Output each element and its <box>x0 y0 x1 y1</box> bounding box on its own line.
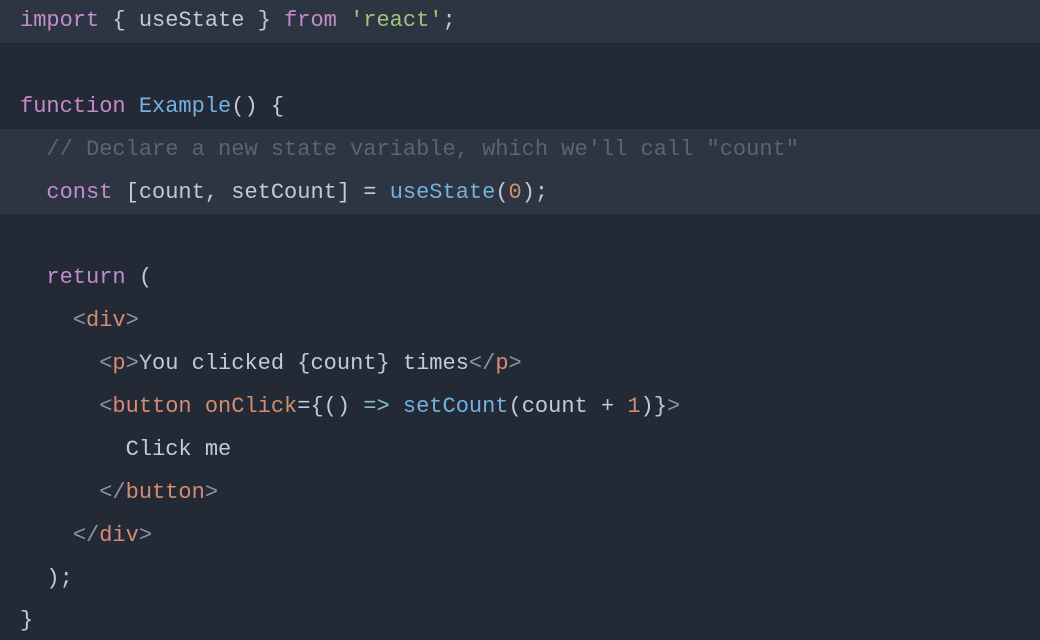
jsx-attr-onclick: onClick <box>205 394 297 419</box>
jsx-tag-div-close: div <box>99 523 139 548</box>
jsx-text: You clicked <box>139 351 297 376</box>
number-one: 1 <box>627 394 640 419</box>
code-line: <button onClick={() => setCount(count + … <box>0 386 1040 429</box>
keyword-function: function <box>20 94 126 119</box>
keyword-return: return <box>46 265 125 290</box>
code-line: const [count, setCount] = useState(0); <box>0 172 1040 215</box>
keyword-from: from <box>284 8 337 33</box>
jsx-tag-button-close: button <box>126 480 205 505</box>
jsx-tag-p-close: p <box>495 351 508 376</box>
ident-count: count <box>139 180 205 205</box>
jsx-tag-div: div <box>86 308 126 333</box>
code-line: <p>You clicked {count} times</p> <box>0 343 1040 386</box>
ident-count: count <box>310 351 376 376</box>
function-name-example: Example <box>139 94 231 119</box>
blank-line <box>0 43 1040 86</box>
ident-useState: useState <box>139 8 245 33</box>
code-line: <div> <box>0 300 1040 343</box>
code-line: ); <box>0 558 1040 601</box>
code-line: // Declare a new state variable, which w… <box>0 129 1040 172</box>
jsx-tag-p: p <box>112 351 125 376</box>
comment: // Declare a new state variable, which w… <box>46 137 799 162</box>
call-useState: useState <box>390 180 496 205</box>
jsx-text: times <box>390 351 469 376</box>
blank-line <box>0 214 1040 257</box>
code-line: import { useState } from 'react'; <box>0 0 1040 43</box>
call-setcount: setCount <box>403 394 509 419</box>
code-line: </button> <box>0 472 1040 515</box>
ident-setcount: setCount <box>231 180 337 205</box>
code-line: function Example() { <box>0 86 1040 129</box>
arrow-op: => <box>363 394 389 419</box>
jsx-tag-button: button <box>112 394 191 419</box>
code-editor[interactable]: import { useState } from 'react'; functi… <box>0 0 1040 640</box>
code-line: } <box>0 600 1040 640</box>
keyword-import: import <box>20 8 99 33</box>
ident-count: count <box>522 394 588 419</box>
number-zero: 0 <box>509 180 522 205</box>
code-line: Click me <box>0 429 1040 472</box>
keyword-const: const <box>46 180 112 205</box>
jsx-text-click-me: Click me <box>126 437 232 462</box>
string-react: 'react' <box>350 8 442 33</box>
code-line: </div> <box>0 515 1040 558</box>
code-line: return ( <box>0 257 1040 300</box>
